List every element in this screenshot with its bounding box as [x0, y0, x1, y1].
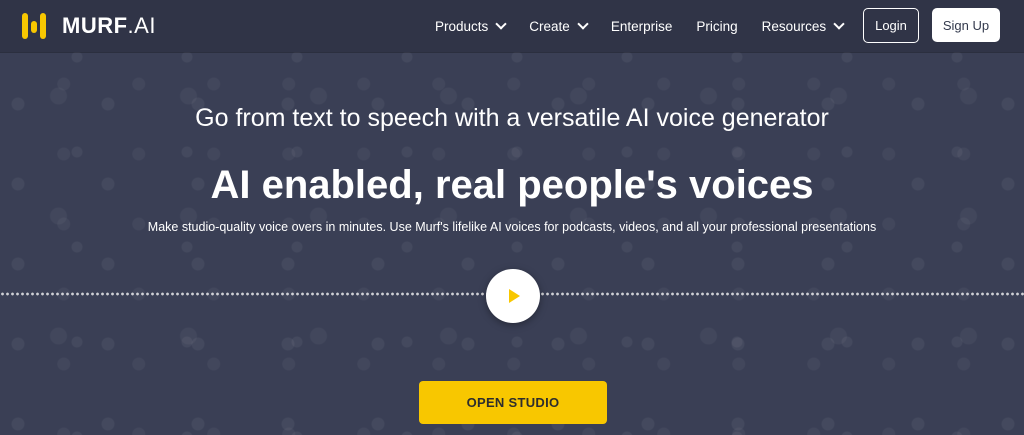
murf-logo-icon — [22, 11, 52, 41]
brand-name: MURF — [62, 13, 128, 38]
chevron-down-icon — [833, 18, 845, 30]
main-menu: Products Create Enterprise Pricing Resou… — [435, 0, 867, 52]
hero-subheading: Go from text to speech with a versatile … — [195, 104, 829, 132]
nav-create[interactable]: Create — [529, 18, 589, 34]
nav-enterprise[interactable]: Enterprise — [611, 19, 673, 34]
top-navbar: MURF.AI Products Create Enterprise Prici… — [0, 0, 1024, 52]
chevron-down-icon — [577, 18, 589, 30]
login-button[interactable]: Login — [863, 8, 919, 43]
open-studio-button[interactable]: OPEN STUDIO — [419, 381, 607, 424]
signup-button[interactable]: Sign Up — [932, 8, 1000, 42]
chevron-down-icon — [495, 18, 507, 30]
nav-resources-label: Resources — [761, 18, 827, 34]
murf-logo[interactable]: MURF.AI — [22, 11, 156, 41]
hero-description: Make studio-quality voice overs in minut… — [147, 220, 877, 234]
nav-products[interactable]: Products — [435, 18, 507, 34]
play-icon — [509, 289, 520, 303]
nav-pricing-label: Pricing — [696, 18, 738, 34]
nav-resources[interactable]: Resources — [761, 18, 845, 34]
hero-heading: AI enabled, real people's voices — [210, 163, 814, 207]
page: MURF.AI Products Create Enterprise Prici… — [0, 0, 1024, 435]
logo-text: MURF.AI — [62, 13, 156, 39]
nav-products-label: Products — [435, 18, 489, 34]
brand-suffix: .AI — [127, 13, 156, 38]
nav-enterprise-label: Enterprise — [610, 18, 673, 34]
nav-pricing[interactable]: Pricing — [696, 19, 737, 34]
play-button[interactable] — [486, 269, 540, 323]
nav-create-label: Create — [529, 18, 570, 34]
